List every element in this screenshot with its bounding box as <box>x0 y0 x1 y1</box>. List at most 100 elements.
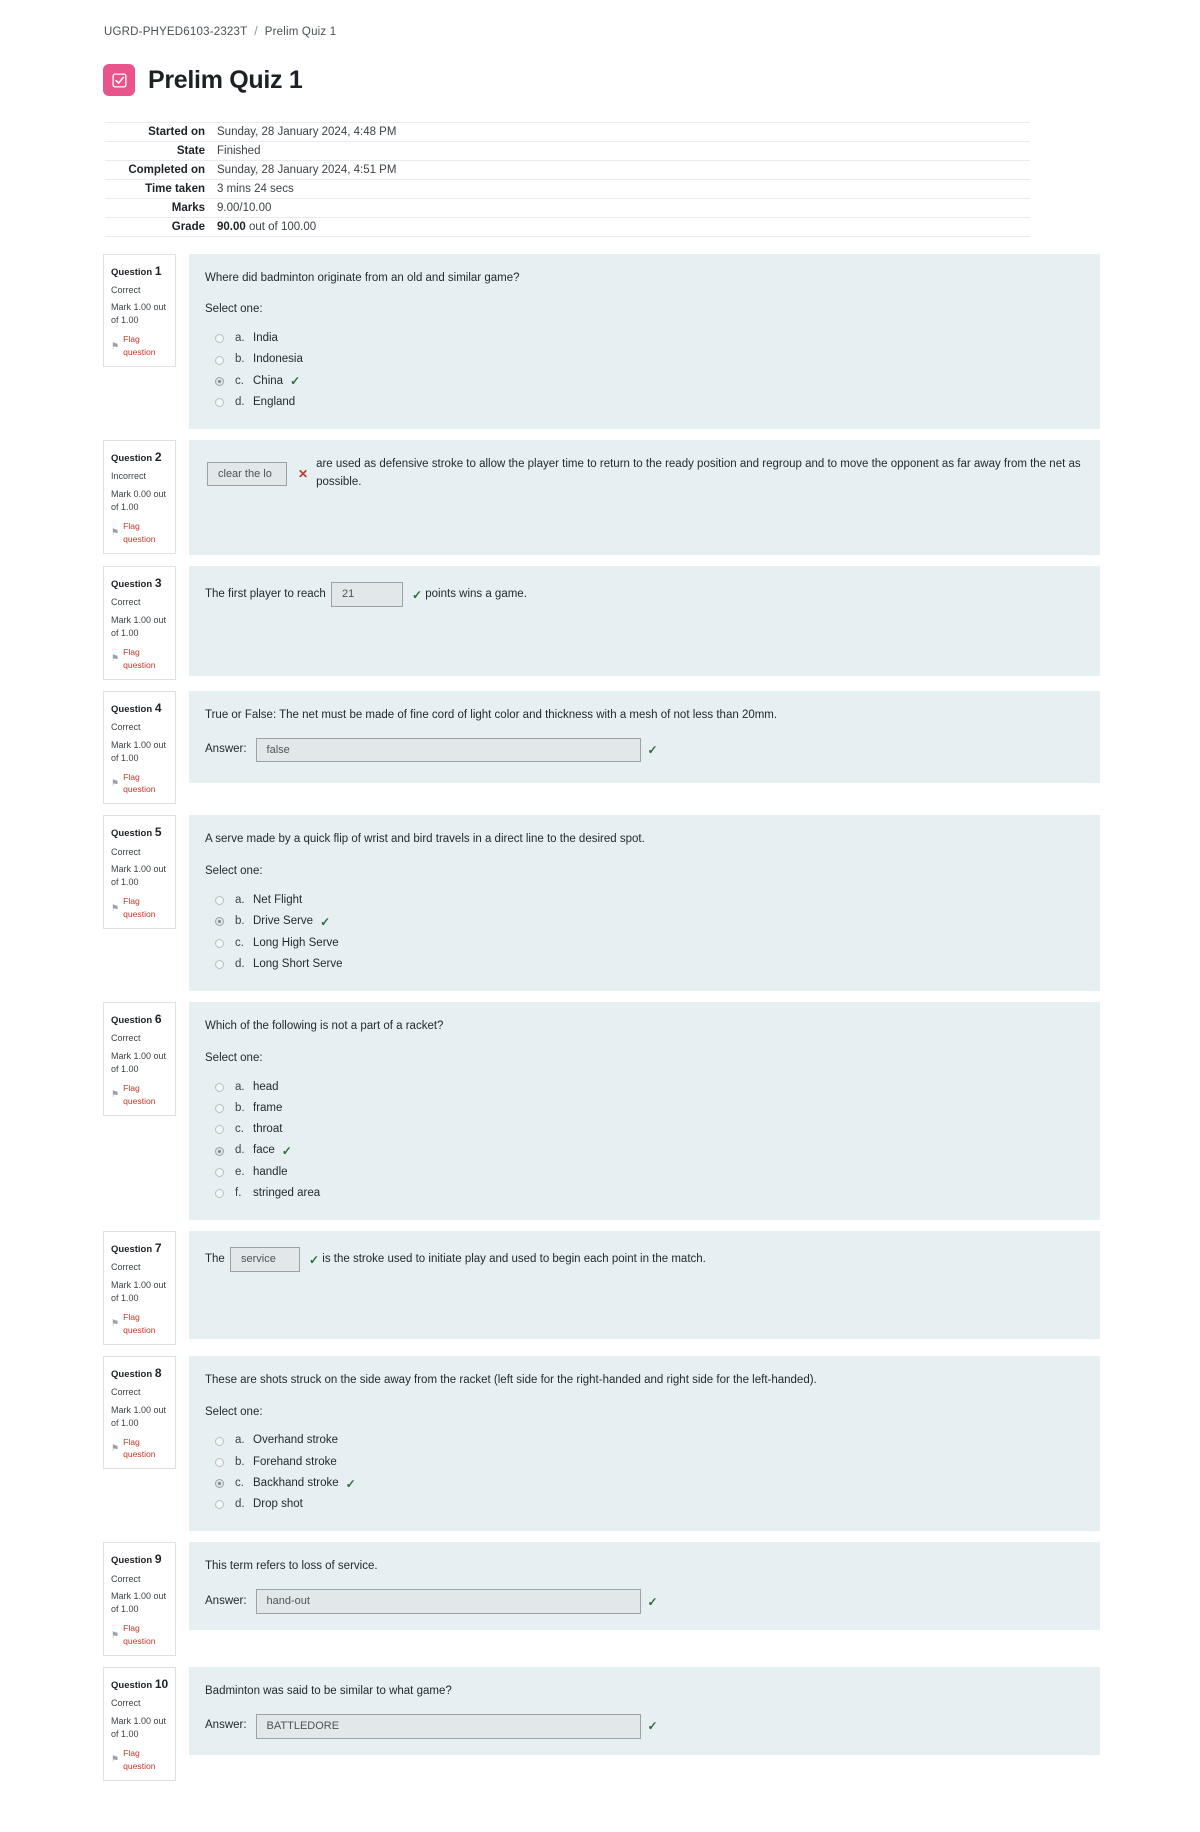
flag-question-button[interactable]: ⚑ Flag question <box>111 520 168 546</box>
answer-option[interactable]: a. Overhand stroke <box>205 1430 1082 1451</box>
page-title: Prelim Quiz 1 <box>148 65 303 94</box>
radio-button[interactable] <box>215 1082 224 1092</box>
question-block: Question 7 Correct Mark 1.00 out of 1.00 ⚑ F… <box>103 1231 1100 1345</box>
radio-button[interactable] <box>215 1104 224 1113</box>
radio-button[interactable] <box>215 896 224 906</box>
gapfill-line: The first player to reach 21 ✓ points win… <box>205 582 1082 607</box>
answer-option[interactable]: b. frame <box>205 1098 1082 1119</box>
question-index: 4 <box>154 700 162 715</box>
gapfill-input[interactable]: 21 <box>331 582 403 607</box>
question-body: clear the lo ✕ are used as defensive strok… <box>189 440 1100 556</box>
question-word: Question <box>111 266 155 278</box>
question-number: Question 9 <box>111 1550 168 1568</box>
summary-row-state: State Finished <box>105 141 1030 160</box>
flag-question-button[interactable]: ⚑ Flag question <box>111 1622 168 1648</box>
flag-question-button[interactable]: ⚑ Flag question <box>111 895 168 921</box>
radio-button[interactable] <box>215 1457 224 1467</box>
answer-option[interactable]: c. Backhand stroke ✓ <box>205 1473 1082 1494</box>
flag-question-button[interactable]: ⚑ Flag question <box>111 646 168 672</box>
radio-button[interactable] <box>215 959 224 969</box>
flag-question-button[interactable]: ⚑ Flag question <box>111 333 168 359</box>
answer-label: Answer: <box>205 1719 247 1732</box>
answer-option[interactable]: a. Net Flight <box>205 890 1082 911</box>
flag-question-button[interactable]: ⚑ Flag question <box>111 1082 168 1108</box>
answer-option[interactable]: b. Forehand stroke <box>205 1452 1082 1473</box>
answer-option[interactable]: d. England <box>205 392 1082 413</box>
question-number: Question 2 <box>111 448 168 466</box>
flag-question-label: Flag question <box>123 1747 156 1771</box>
summary-value-grade: 90.00 out of 100.00 <box>211 217 1030 236</box>
radio-button[interactable] <box>215 917 224 927</box>
question-mark: Mark 1.00 out of 1.00 <box>111 1050 167 1074</box>
question-text: A serve made by a quick flip of wrist an… <box>205 833 645 846</box>
question-word: Question <box>111 703 155 715</box>
option-text: Net Flight <box>253 894 303 906</box>
radio-button[interactable] <box>215 1479 224 1488</box>
radio-button[interactable] <box>215 334 224 344</box>
radio-button[interactable] <box>215 1146 224 1156</box>
question-body: These are shots struck on the side away … <box>189 1355 1100 1532</box>
radio-button[interactable] <box>215 1436 224 1446</box>
summary-row-grade: Grade 90.00 out of 100.00 <box>105 217 1030 236</box>
gapfill-text-before: The first player to reach <box>205 587 329 600</box>
flag-question-button[interactable]: ⚑ Flag question <box>111 1436 168 1462</box>
question-number: Question 5 <box>111 823 168 841</box>
radio-button[interactable] <box>215 1125 224 1135</box>
flag-icon: ⚑ <box>111 1442 120 1453</box>
question-body: Badminton was said to be similar to what… <box>189 1667 1100 1755</box>
summary-row-time-taken: Time taken 3 mins 24 secs <box>105 179 1030 198</box>
radio-button[interactable] <box>215 1189 224 1198</box>
question-block: Question 2 Incorrect Mark 0.00 out of 1.00… <box>103 440 1100 556</box>
option-text: frame <box>253 1101 283 1114</box>
question-state: Correct <box>111 1262 141 1273</box>
answer-option[interactable]: c. Long High Serve <box>205 933 1082 954</box>
answer-option[interactable]: e. handle <box>205 1162 1082 1183</box>
option-text: China <box>253 374 284 387</box>
option-text: Long High Serve <box>253 936 339 949</box>
radio-button[interactable] <box>215 1500 224 1510</box>
summary-value-completed-on: Sunday, 28 January 2024, 4:51 PM <box>217 163 397 176</box>
flag-icon: ⚑ <box>111 777 120 788</box>
quiz-checkbox-icon <box>103 64 135 97</box>
answer-option[interactable]: c. China ✓ <box>205 371 1082 392</box>
answer-input[interactable]: false <box>255 737 641 763</box>
answer-option[interactable]: a. head <box>205 1077 1082 1098</box>
answer-option[interactable]: d. face ✓ <box>205 1140 1082 1161</box>
flag-question-label: Flag question <box>123 1623 156 1647</box>
flag-question-button[interactable]: ⚑ Flag question <box>111 1311 168 1337</box>
question-index: 10 <box>154 1677 169 1691</box>
correct-check-icon: ✓ <box>309 1252 320 1267</box>
radio-button[interactable] <box>215 938 224 948</box>
gapfill-text-after: is the stroke used to initiate play and … <box>319 1252 706 1265</box>
flag-question-button[interactable]: ⚑ Flag question <box>111 771 168 797</box>
radio-button[interactable] <box>215 398 224 407</box>
question-index: 7 <box>154 1241 162 1256</box>
radio-button[interactable] <box>215 1167 224 1177</box>
breadcrumb-course[interactable]: UGRD-PHYED6103-2323T <box>104 26 247 38</box>
answer-option[interactable]: d. Long Short Serve <box>205 954 1082 975</box>
radio-button[interactable] <box>215 376 224 386</box>
option-text: throat <box>253 1123 283 1136</box>
flag-icon: ⚑ <box>111 1089 120 1100</box>
question-state: Correct <box>111 597 141 608</box>
option-letter: e. <box>235 1165 245 1178</box>
answer-option[interactable]: d. Drop shot <box>205 1494 1082 1515</box>
correct-check-icon: ✓ <box>290 374 301 389</box>
question-mark: Mark 1.00 out of 1.00 <box>111 864 167 888</box>
answer-options: a. India b. Indonesia c. China ✓ d. England <box>205 328 1082 413</box>
answer-input[interactable]: hand-out <box>255 1589 641 1615</box>
radio-button[interactable] <box>215 355 224 365</box>
question-word: Question <box>111 1244 155 1256</box>
answer-option[interactable]: b. Indonesia <box>205 349 1082 370</box>
option-text: Forehand stroke <box>253 1455 337 1468</box>
flag-question-button[interactable]: ⚑ Flag question <box>111 1747 168 1773</box>
question-word: Question <box>111 453 155 465</box>
gapfill-input[interactable]: service <box>230 1247 301 1272</box>
question-index: 9 <box>154 1552 162 1567</box>
answer-option[interactable]: c. throat <box>205 1119 1082 1140</box>
answer-input[interactable]: BATTLEDORE <box>255 1713 641 1739</box>
answer-option[interactable]: a. India <box>205 328 1082 349</box>
answer-option[interactable]: f. stringed area <box>205 1183 1082 1204</box>
gapfill-input[interactable]: clear the lo <box>207 461 287 487</box>
answer-option[interactable]: b. Drive Serve ✓ <box>205 911 1082 932</box>
